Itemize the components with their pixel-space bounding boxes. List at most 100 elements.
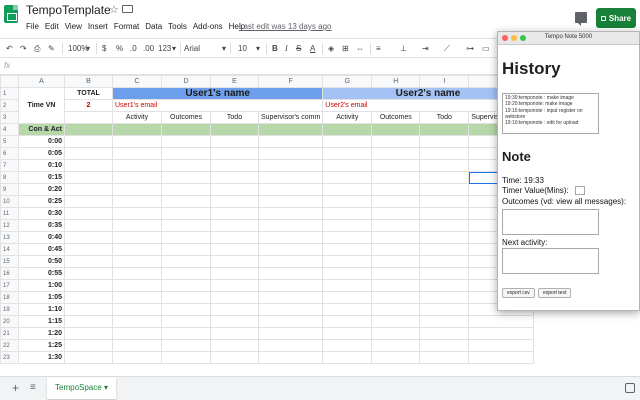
cell[interactable] (64, 291, 113, 304)
menu-edit[interactable]: Edit (45, 22, 59, 31)
time-cell[interactable]: 1:00 (18, 279, 65, 292)
cell[interactable] (371, 195, 421, 208)
bold-button[interactable]: B (272, 42, 278, 55)
cell[interactable] (257, 279, 324, 292)
cell[interactable] (371, 135, 421, 148)
cell[interactable] (419, 171, 470, 184)
user2-outcomes-header[interactable]: Outcomes (371, 111, 421, 124)
cell[interactable] (161, 219, 211, 232)
font-size-select[interactable]: 10 (238, 42, 247, 55)
cell[interactable] (210, 183, 259, 196)
cell[interactable] (468, 351, 534, 364)
currency-format-button[interactable]: $ (102, 42, 106, 55)
cell[interactable] (468, 339, 534, 352)
cell[interactable] (419, 339, 470, 352)
cell[interactable] (64, 231, 113, 244)
menu-format[interactable]: Format (114, 22, 139, 31)
cell[interactable] (419, 135, 470, 148)
cell[interactable] (64, 135, 113, 148)
row-header[interactable]: 13 (0, 231, 19, 244)
cell[interactable] (322, 351, 373, 364)
time-cell[interactable]: 0:05 (18, 147, 65, 160)
cell[interactable] (419, 291, 470, 304)
cell[interactable] (64, 303, 113, 316)
column-header-d[interactable]: D (161, 75, 211, 88)
row-header[interactable]: 10 (0, 195, 19, 208)
cell[interactable] (322, 255, 373, 268)
row-header[interactable]: 15 (0, 255, 19, 268)
cell[interactable] (419, 207, 470, 220)
increase-decimal-button[interactable]: .00 (143, 42, 154, 55)
cell[interactable] (161, 327, 211, 340)
cell[interactable] (257, 147, 324, 160)
cell[interactable] (257, 327, 324, 340)
cell[interactable] (257, 243, 324, 256)
cell[interactable] (161, 183, 211, 196)
cell[interactable] (322, 327, 373, 340)
row-header[interactable]: 6 (0, 147, 19, 160)
cell[interactable] (371, 171, 421, 184)
cell[interactable] (64, 351, 113, 364)
italic-button[interactable]: I (285, 42, 288, 55)
row-header[interactable]: 11 (0, 207, 19, 220)
user1-activity-header[interactable]: Activity (112, 111, 162, 124)
cell[interactable] (64, 147, 113, 160)
menu-addons[interactable]: Add-ons (193, 22, 223, 31)
cell[interactable] (371, 147, 421, 160)
cell[interactable] (257, 183, 324, 196)
cell[interactable] (64, 111, 113, 124)
cell[interactable] (257, 267, 324, 280)
time-cell[interactable]: 1:10 (18, 303, 65, 316)
explore-icon[interactable] (625, 383, 635, 393)
time-cell[interactable]: 0:30 (18, 207, 65, 220)
row-header[interactable]: 5 (0, 135, 19, 148)
menu-file[interactable]: File (26, 22, 39, 31)
cell[interactable] (322, 339, 373, 352)
cell[interactable] (210, 243, 259, 256)
cell[interactable] (257, 291, 324, 304)
cell[interactable] (210, 135, 259, 148)
cell[interactable] (257, 171, 324, 184)
row-header[interactable]: 14 (0, 243, 19, 256)
time-cell[interactable]: 0:35 (18, 219, 65, 232)
cell[interactable] (257, 135, 324, 148)
time-cell[interactable]: 0:20 (18, 183, 65, 196)
cell[interactable] (257, 315, 324, 328)
menu-tools[interactable]: Tools (168, 22, 187, 31)
time-cell[interactable]: 1:20 (18, 327, 65, 340)
cell[interactable] (161, 279, 211, 292)
cell[interactable] (64, 207, 113, 220)
cell[interactable] (419, 195, 470, 208)
row-header[interactable]: 18 (0, 291, 19, 304)
cell[interactable] (210, 195, 259, 208)
history-textarea[interactable]: 19:30:temponote : make image 19:20:tempo… (502, 93, 599, 134)
cell[interactable] (112, 291, 162, 304)
document-title[interactable]: TempoTemplate (26, 3, 111, 17)
cell[interactable] (161, 135, 211, 148)
strikethrough-button[interactable]: S (296, 42, 301, 55)
cell[interactable] (64, 159, 113, 172)
share-button[interactable]: Share (596, 8, 636, 28)
fill-color-icon[interactable]: ◈ (328, 42, 334, 55)
cell[interactable] (419, 315, 470, 328)
all-sheets-button[interactable]: ≡ (30, 382, 36, 393)
text-wrap-icon[interactable]: ⇥ (422, 42, 429, 55)
user1-email-cell[interactable]: User1's email (111, 99, 324, 112)
decrease-decimal-button[interactable]: .0 (130, 42, 137, 55)
cell[interactable] (161, 171, 211, 184)
cell[interactable] (64, 183, 113, 196)
cell[interactable] (371, 279, 421, 292)
cell[interactable] (161, 159, 211, 172)
cell[interactable] (64, 195, 113, 208)
time-cell[interactable]: 0:50 (18, 255, 65, 268)
export-csv-button[interactable]: export csv (502, 288, 535, 298)
cell[interactable] (322, 159, 373, 172)
cell[interactable] (210, 279, 259, 292)
comment-history-icon[interactable] (575, 12, 587, 26)
row-header[interactable]: 2 (0, 99, 19, 112)
move-to-folder-icon[interactable] (122, 5, 133, 13)
cell[interactable] (210, 291, 259, 304)
row-header[interactable]: 4 (0, 123, 19, 136)
cell[interactable] (322, 279, 373, 292)
insert-comment-icon[interactable]: ▭ (482, 42, 490, 55)
